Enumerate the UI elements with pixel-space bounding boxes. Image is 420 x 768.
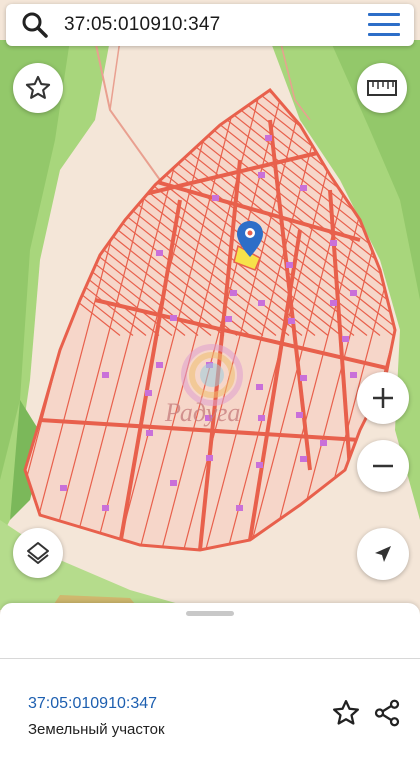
parcel-info-sheet[interactable]: 37:05:010910:347 Земельный участок (0, 603, 420, 768)
layers-icon (27, 542, 49, 564)
sheet-divider (0, 658, 420, 659)
star-icon[interactable] (331, 698, 361, 728)
zoom-in-button[interactable] (357, 372, 409, 424)
map-pin-icon[interactable] (236, 220, 264, 258)
locate-button[interactable] (357, 528, 409, 580)
ruler-button[interactable] (357, 63, 407, 113)
star-icon (25, 75, 51, 99)
favorite-button[interactable] (13, 63, 63, 113)
navigation-arrow-icon (375, 546, 391, 562)
layers-button[interactable] (13, 528, 63, 578)
search-query[interactable]: 37:05:010910:347 (64, 14, 220, 36)
share-icon[interactable] (372, 698, 402, 728)
sheet-drag-handle[interactable] (186, 611, 234, 616)
menu-icon[interactable] (368, 13, 400, 37)
zoom-out-button[interactable] (357, 440, 409, 492)
cadastral-number: 37:05:010910:347 (28, 695, 158, 712)
parcel-type: Земельный участок (28, 721, 165, 738)
ruler-icon (367, 80, 397, 96)
minus-icon (373, 464, 393, 468)
watermark-text: Радуга (165, 398, 241, 427)
search-bar[interactable]: 37:05:010910:347 (6, 4, 414, 46)
search-icon[interactable] (20, 10, 50, 40)
plus-icon (373, 388, 393, 408)
